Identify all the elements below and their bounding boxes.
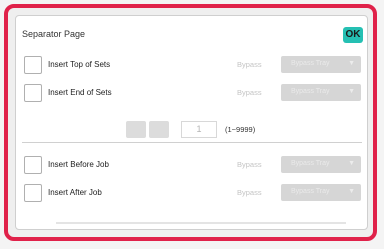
insert-after-job-label: Insert After Job xyxy=(48,188,102,197)
tray-select-after-job[interactable]: Bypass Tray ▼ xyxy=(281,184,361,201)
chevron-down-icon: ▼ xyxy=(348,160,355,167)
decrease-button[interactable] xyxy=(126,121,146,138)
insert-top-of-sets-checkbox[interactable] xyxy=(24,56,42,74)
ok-button[interactable]: OK xyxy=(343,27,363,43)
chevron-down-icon: ▼ xyxy=(348,60,355,67)
dialog-title: Separator Page xyxy=(22,29,86,39)
option-row-end-of-sets: Insert End of Sets Bypass Bypass Tray ▼ xyxy=(24,84,361,102)
option-row-before-job: Insert Before Job Bypass Bypass Tray ▼ xyxy=(24,156,361,174)
insert-before-job-checkbox[interactable] xyxy=(24,156,42,174)
quantity-range-label: (1~9999) xyxy=(225,125,256,134)
tray-select-before-job[interactable]: Bypass Tray ▼ xyxy=(281,156,361,173)
chevron-down-icon: ▼ xyxy=(348,188,355,195)
section-divider xyxy=(22,142,362,143)
bypass-label: Bypass xyxy=(237,60,262,69)
tray-select-value: Bypass Tray xyxy=(291,60,330,67)
tray-select-value: Bypass Tray xyxy=(291,88,330,95)
quantity-input[interactable]: 1 xyxy=(181,121,217,138)
bypass-label: Bypass xyxy=(237,160,262,169)
increase-button[interactable] xyxy=(149,121,169,138)
highlight-frame: Separator Page OK Insert Top of Sets Byp… xyxy=(4,4,377,241)
scroll-indicator xyxy=(56,222,346,224)
tray-select-value: Bypass Tray xyxy=(291,160,330,167)
tray-select-top-of-sets[interactable]: Bypass Tray ▼ xyxy=(281,56,361,73)
separator-page-dialog: Separator Page OK Insert Top of Sets Byp… xyxy=(15,15,368,230)
insert-end-of-sets-checkbox[interactable] xyxy=(24,84,42,102)
chevron-down-icon: ▼ xyxy=(348,88,355,95)
insert-end-of-sets-label: Insert End of Sets xyxy=(48,88,112,97)
tray-select-value: Bypass Tray xyxy=(291,188,330,195)
bypass-label: Bypass xyxy=(237,88,262,97)
option-row-top-of-sets: Insert Top of Sets Bypass Bypass Tray ▼ xyxy=(24,56,361,74)
bypass-label: Bypass xyxy=(237,188,262,197)
insert-top-of-sets-label: Insert Top of Sets xyxy=(48,60,111,69)
insert-after-job-checkbox[interactable] xyxy=(24,184,42,202)
tray-select-end-of-sets[interactable]: Bypass Tray ▼ xyxy=(281,84,361,101)
insert-before-job-label: Insert Before Job xyxy=(48,160,109,169)
option-row-after-job: Insert After Job Bypass Bypass Tray ▼ xyxy=(24,184,361,202)
